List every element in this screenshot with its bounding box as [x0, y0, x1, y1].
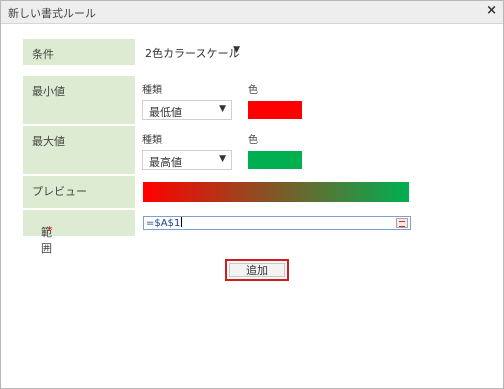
condition-select[interactable]: 2色カラースケール ▼: [139, 42, 245, 62]
max-color-label: 色: [248, 135, 258, 146]
max-color-swatch[interactable]: [248, 151, 302, 169]
max-type-label: 種類: [142, 135, 162, 146]
min-type-select[interactable]: 最低値 ▼: [142, 100, 232, 120]
range-value-text: =$A$1: [146, 218, 181, 229]
range-value-cell: =$A$1: [137, 210, 419, 236]
preview-value-cell: [137, 176, 419, 208]
min-color-label: 色: [248, 85, 258, 96]
dialog-titlebar: 新しい書式ルール ×: [1, 1, 503, 24]
preview-row: プレビュー: [23, 176, 419, 208]
condition-label: 条件: [32, 48, 54, 61]
min-color-swatch[interactable]: [248, 101, 302, 119]
preview-label: プレビュー: [32, 185, 87, 198]
max-label-cell: 最大値: [23, 126, 135, 174]
max-row: 最大値 種類 色 最高値 ▼: [23, 126, 419, 174]
required-mark: *: [47, 224, 53, 237]
min-label-cell: 最小値: [23, 76, 135, 124]
max-type-select[interactable]: 最高値 ▼: [142, 150, 232, 170]
preview-label-cell: プレビュー: [23, 176, 135, 208]
condition-row: 条件 2色カラースケール ▼: [23, 39, 419, 65]
add-button-label: 追加: [246, 264, 268, 277]
condition-value-cell: 2色カラースケール ▼: [137, 39, 419, 65]
dialog-title: 新しい書式ルール: [8, 7, 96, 20]
range-row: 範囲 * =$A$1: [23, 210, 419, 255]
min-value-cell: 種類 色 最低値 ▼: [137, 76, 419, 124]
text-cursor: [181, 217, 183, 227]
range-input-value: =$A$1: [146, 217, 183, 229]
min-type-selected: 最低値: [149, 106, 182, 119]
color-scale-preview: [143, 182, 409, 202]
add-button-face: 追加: [229, 263, 285, 277]
range-select-icon[interactable]: [396, 218, 408, 228]
caret-down-icon: ▼: [233, 45, 240, 55]
caret-down-icon: ▼: [219, 104, 226, 114]
min-type-label: 種類: [142, 85, 162, 96]
min-row: 最小値 種類 色 最低値 ▼: [23, 76, 419, 124]
min-label: 最小値: [32, 85, 65, 98]
max-label: 最大値: [32, 135, 65, 148]
max-type-selected: 最高値: [149, 156, 182, 169]
range-label-cell: 範囲 *: [23, 210, 135, 255]
new-format-rule-dialog: 新しい書式ルール × 条件 2色カラースケール ▼ 最小値 種類 色 最低値 ▼: [0, 0, 504, 389]
close-icon[interactable]: ×: [486, 4, 497, 18]
max-value-cell: 種類 色 最高値 ▼: [137, 126, 419, 174]
caret-down-icon: ▼: [219, 154, 226, 164]
condition-label-cell: 条件: [23, 39, 135, 65]
range-input[interactable]: =$A$1: [143, 216, 411, 230]
add-button[interactable]: 追加: [225, 259, 289, 281]
condition-selected: 2色カラースケール: [145, 47, 240, 60]
